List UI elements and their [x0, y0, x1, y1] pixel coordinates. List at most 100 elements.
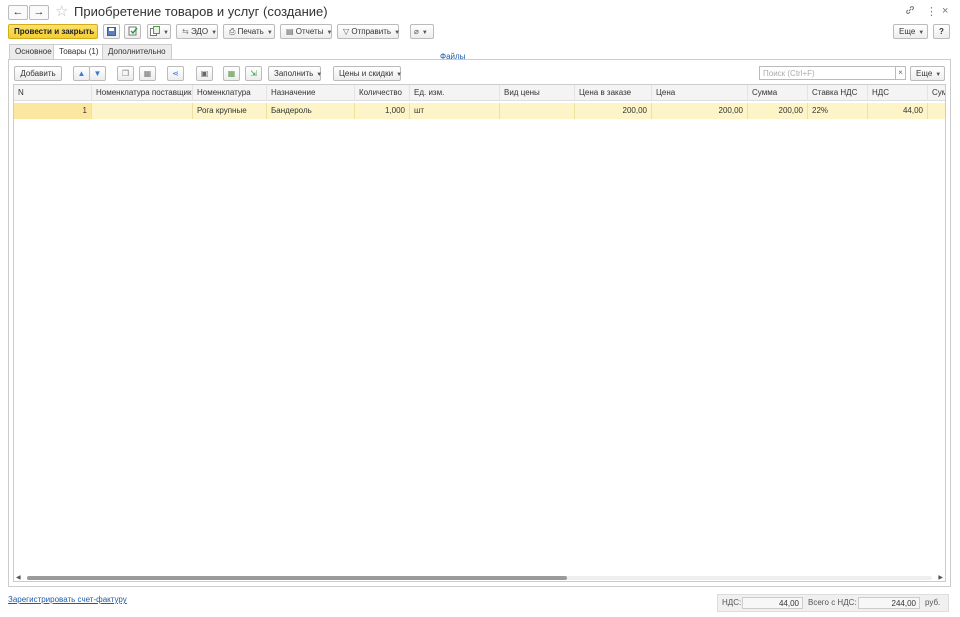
edo-button[interactable]: ⇆ ЭДО ▼ — [176, 24, 218, 39]
chevron-down-icon: ▼ — [163, 30, 169, 36]
more-menu-icon[interactable]: ⋮ — [926, 5, 937, 18]
attach-button[interactable]: ⌀ ▼ — [410, 24, 434, 39]
prices-discounts-button[interactable]: Цены и скидки ▼ — [333, 66, 402, 81]
column-header[interactable]: Количество — [355, 85, 410, 101]
more-button[interactable]: Еще ▼ — [893, 24, 928, 39]
search-clear-button[interactable]: × — [895, 66, 906, 80]
footer: Зарегистрировать счет-фактуру НДС: 44,00… — [0, 590, 960, 617]
totals-panel: НДС: 44,00 Всего с НДС: 244,00 руб. — [717, 594, 949, 612]
cell-price-type[interactable] — [500, 103, 575, 119]
move-up-button[interactable]: ▲ — [73, 66, 90, 81]
column-header[interactable]: N — [14, 85, 92, 101]
reports-label: Отчеты — [295, 27, 324, 36]
column-header[interactable]: Ставка НДС — [808, 85, 868, 101]
more-label: Еще — [899, 27, 916, 36]
create-based-icon — [150, 26, 160, 36]
table-header: N Номенклатура поставщика Номенклатура Н… — [14, 85, 945, 101]
back-button[interactable]: ← — [8, 5, 28, 20]
column-header[interactable]: Цена в заказе — [575, 85, 652, 101]
column-header[interactable]: НДС — [868, 85, 928, 101]
barcode-button[interactable]: ▦ — [223, 66, 240, 81]
cell-total[interactable] — [928, 103, 945, 119]
image-icon: ▣ — [200, 69, 209, 78]
reports-button[interactable]: ▤ Отчеты ▼ — [280, 24, 332, 39]
table-more-button[interactable]: Еще ▼ — [910, 66, 945, 81]
link-icon[interactable] — [905, 5, 915, 18]
chevron-down-icon: ▼ — [935, 72, 942, 78]
tab-additional[interactable]: Дополнительно — [102, 44, 172, 60]
post-and-close-button[interactable]: Провести и закрыть — [8, 24, 98, 39]
fill-label: Заполнить — [274, 69, 314, 78]
save-button[interactable] — [103, 24, 120, 39]
cell-order-price[interactable]: 200,00 — [575, 103, 652, 119]
register-invoice-link[interactable]: Зарегистрировать счет-фактуру — [8, 595, 127, 604]
goods-panel: Добавить ▲ ▼ ❐ ▦ ⋖ ▣ ▦ ⇲ Заполнить ▼ Цены… — [8, 59, 951, 587]
forward-button[interactable]: → — [29, 5, 49, 20]
chevron-down-icon: ▼ — [266, 30, 273, 36]
chevron-down-icon: ▼ — [394, 30, 401, 36]
close-icon[interactable]: × — [942, 5, 948, 17]
add-button[interactable]: Добавить — [14, 66, 62, 81]
cell-price[interactable]: 200,00 — [652, 103, 748, 119]
column-header[interactable]: Вид цены — [500, 85, 575, 101]
main-toolbar: Провести и закрыть ▼ ⇆ ЭДО ▼ ⎙ Печать ▼ ▤ … — [0, 24, 960, 61]
column-header[interactable]: Сумма — [748, 85, 808, 101]
column-header[interactable]: Цена — [652, 85, 748, 101]
search-input[interactable]: Поиск (Ctrl+F) — [759, 66, 896, 80]
table-more-label: Еще — [916, 69, 933, 78]
post-button[interactable] — [124, 24, 141, 39]
table-icon: ▦ — [227, 69, 236, 78]
table-row[interactable]: 1 Рога крупные Бандероль 1,000 шт 200,00… — [14, 103, 945, 119]
copy-icon: ❐ — [121, 69, 130, 78]
cell-vat-rate[interactable]: 22% — [808, 103, 868, 119]
total-with-vat-label: Всего с НДС: — [808, 598, 857, 607]
scroll-left-icon[interactable]: ◀ — [16, 574, 21, 581]
help-button[interactable]: ? — [933, 24, 950, 39]
page-title: Приобретение товаров и услуг (создание) — [74, 4, 328, 19]
scroll-right-icon[interactable]: ▶ — [938, 574, 943, 581]
move-down-button[interactable]: ▼ — [89, 66, 106, 81]
send-label: Отправить — [351, 27, 392, 36]
arrow-up-icon: ▲ — [77, 69, 86, 78]
column-header[interactable]: Сум — [928, 85, 945, 101]
print-button[interactable]: ⎙ Печать ▼ — [223, 24, 275, 39]
horizontal-scrollbar[interactable]: ◀ ▶ — [13, 574, 946, 582]
paste-button[interactable]: ▦ — [139, 66, 156, 81]
share-icon: ⋖ — [172, 69, 179, 78]
import-icon: ⇲ — [250, 69, 257, 78]
fill-button[interactable]: Заполнить ▼ — [268, 66, 322, 81]
send-button[interactable]: ▽ Отправить ▼ — [337, 24, 401, 39]
selection-button[interactable]: ▣ — [196, 66, 213, 81]
chevron-down-icon: ▼ — [211, 30, 218, 36]
copy-button[interactable]: ❐ — [117, 66, 134, 81]
total-with-vat-field: 244,00 — [858, 597, 920, 609]
report-icon: ▤ — [286, 27, 294, 36]
cell-unit[interactable]: шт — [410, 103, 500, 119]
column-header[interactable]: Номенклатура — [193, 85, 267, 101]
import-button[interactable]: ⇲ — [245, 66, 262, 81]
edo-label: ЭДО — [190, 27, 209, 36]
paperclip-icon: ⌀ — [414, 27, 419, 36]
title-bar: ← → ☆ Приобретение товаров и услуг (созд… — [0, 0, 960, 24]
column-header[interactable]: Назначение — [267, 85, 355, 101]
cell-n[interactable]: 1 — [14, 103, 92, 119]
goods-table: N Номенклатура поставщика Номенклатура Н… — [13, 84, 946, 582]
cell-purpose[interactable]: Бандероль — [267, 103, 355, 119]
star-icon[interactable]: ☆ — [55, 3, 68, 20]
prices-label: Цены и скидки — [339, 69, 394, 78]
cell-vat[interactable]: 44,00 — [868, 103, 928, 119]
column-header[interactable]: Ед. изм. — [410, 85, 500, 101]
split-button[interactable]: ⋖ — [167, 66, 184, 81]
cell-amount[interactable]: 200,00 — [748, 103, 808, 119]
currency-label: руб. — [925, 598, 941, 607]
cell-supplier-item[interactable] — [92, 103, 193, 119]
cell-qty[interactable]: 1,000 — [355, 103, 410, 119]
tab-main[interactable]: Основное — [9, 44, 58, 60]
create-based-on-button[interactable]: ▼ — [147, 24, 171, 39]
save-icon — [107, 27, 116, 36]
column-header[interactable]: Номенклатура поставщика — [92, 85, 193, 101]
scroll-thumb[interactable] — [27, 576, 567, 580]
arrow-down-icon: ▼ — [93, 69, 102, 78]
cell-item[interactable]: Рога крупные — [193, 103, 267, 119]
send-icon: ▽ — [343, 27, 350, 36]
